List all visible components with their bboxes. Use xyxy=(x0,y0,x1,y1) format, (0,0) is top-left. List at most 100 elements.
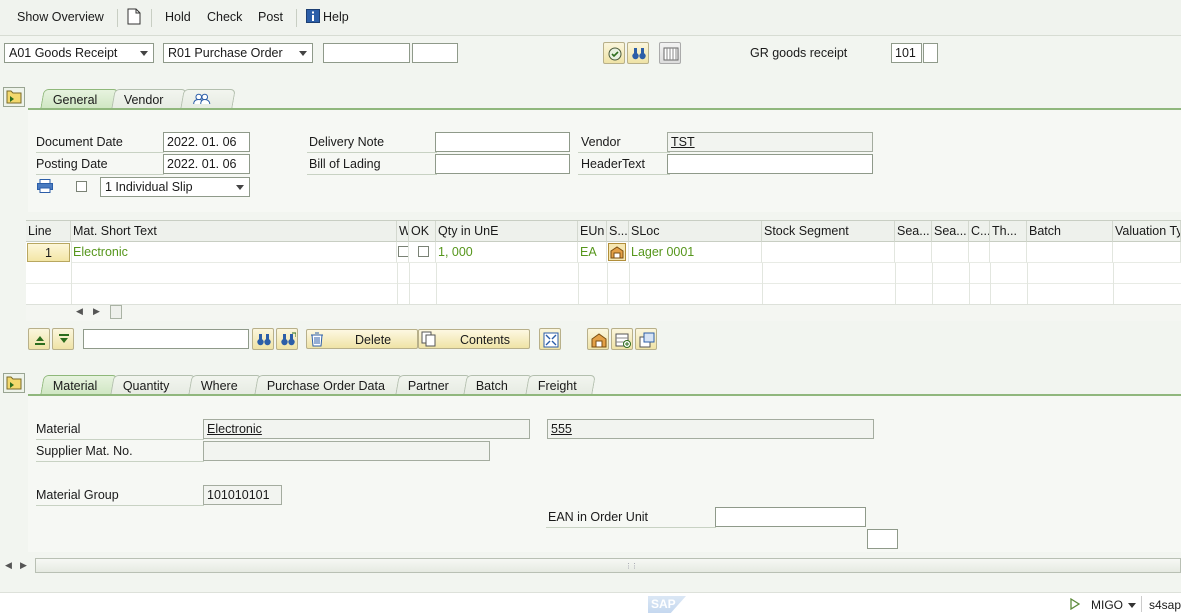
row-mat-short-text[interactable]: Electronic xyxy=(71,242,397,263)
material-number-field[interactable]: 555 xyxy=(547,419,874,439)
chevron-down-icon[interactable] xyxy=(1128,603,1136,608)
reference-select[interactable]: R01 Purchase Order xyxy=(163,43,313,63)
row-sea2[interactable] xyxy=(932,242,969,263)
tab-batch[interactable]: Batch xyxy=(463,375,533,395)
warehouse-icon xyxy=(591,333,607,348)
row-w-checkbox[interactable] xyxy=(398,246,408,257)
row-stock-type-cell[interactable] xyxy=(607,242,629,263)
row-sea1[interactable] xyxy=(895,242,932,263)
tab-purchase-order-data[interactable]: Purchase Order Data xyxy=(254,375,403,395)
horizontal-scrollbar-thumb[interactable] xyxy=(110,305,122,319)
add-item-button[interactable] xyxy=(611,328,633,350)
info-icon[interactable] xyxy=(306,9,320,26)
collapse-header-button[interactable] xyxy=(3,87,25,107)
action-select[interactable]: A01 Goods Receipt xyxy=(4,43,154,63)
find-item-button[interactable] xyxy=(252,328,274,350)
column-header-valuation-type[interactable]: Valuation Ty xyxy=(1113,221,1181,242)
page-scroll-left-icon[interactable]: ◀ xyxy=(5,560,12,571)
layout-button[interactable] xyxy=(659,42,681,64)
execute-button[interactable] xyxy=(603,42,625,64)
row-sloc[interactable]: Lager 0001 xyxy=(629,242,762,263)
column-header-w[interactable]: W xyxy=(397,221,409,242)
vendor-label: Vendor xyxy=(581,135,621,149)
output-slip-select[interactable]: 1 Individual Slip xyxy=(100,177,250,197)
column-header-ok[interactable]: OK xyxy=(409,221,436,242)
column-header-sea2[interactable]: Sea... xyxy=(932,221,969,242)
movement-type-input[interactable]: 101 xyxy=(891,43,922,63)
scroll-right-icon[interactable]: ▶ xyxy=(93,306,100,317)
contents-button[interactable]: Contents xyxy=(418,329,530,349)
reference-document-input[interactable] xyxy=(323,43,410,63)
supplier-mat-field[interactable] xyxy=(203,441,490,461)
fullscreen-button[interactable] xyxy=(539,328,561,350)
tab-material[interactable]: Material xyxy=(40,375,118,395)
row-line-button[interactable]: 1 xyxy=(27,243,70,262)
column-header-sea1[interactable]: Sea... xyxy=(895,221,932,242)
row-eun[interactable]: EA xyxy=(578,242,607,263)
movement-indicator-input[interactable] xyxy=(923,43,938,63)
ean-category-input[interactable] xyxy=(867,529,898,549)
material-description-field[interactable]: Electronic xyxy=(203,419,530,439)
row-c[interactable] xyxy=(969,242,990,263)
vendor-field[interactable]: TST xyxy=(667,132,873,152)
item-search-input[interactable] xyxy=(83,329,249,349)
delivery-note-input[interactable] xyxy=(435,132,570,152)
posting-date-input[interactable]: 2022. 01. 06 xyxy=(163,154,250,174)
tab-where[interactable]: Where xyxy=(188,375,262,395)
new-document-icon[interactable] xyxy=(127,8,141,28)
column-header-th[interactable]: Th... xyxy=(990,221,1027,242)
column-header-qty[interactable]: Qty in UnE xyxy=(436,221,578,242)
column-header-stock-segment[interactable]: Stock Segment xyxy=(762,221,895,242)
material-group-field[interactable]: 101010101 xyxy=(203,485,282,505)
page-horizontal-scrollbar[interactable]: ⋮⋮ xyxy=(35,558,1181,573)
row-batch[interactable] xyxy=(1027,242,1113,263)
contents-button-label: Contents xyxy=(460,333,511,347)
collapse-detail-button[interactable] xyxy=(3,373,25,393)
document-date-input[interactable]: 2022. 01. 06 xyxy=(163,132,250,152)
column-divider xyxy=(895,263,896,304)
column-header-sloc[interactable]: SLoc xyxy=(629,221,762,242)
find-next-button[interactable] xyxy=(276,328,298,350)
stock-overview-button[interactable] xyxy=(587,328,609,350)
hold-button[interactable]: Hold xyxy=(165,10,191,24)
page-scroll-right-icon[interactable]: ▶ xyxy=(20,560,27,571)
post-button[interactable]: Post xyxy=(258,10,283,24)
chevron-down-icon xyxy=(299,51,307,56)
column-header-batch[interactable]: Batch xyxy=(1027,221,1113,242)
header-text-input[interactable] xyxy=(667,154,873,174)
delete-button[interactable]: Delete xyxy=(306,329,418,349)
bill-of-lading-input[interactable] xyxy=(435,154,570,174)
print-checkbox[interactable] xyxy=(76,181,87,192)
column-header-s[interactable]: S... xyxy=(607,221,629,242)
column-header-mat-short-text[interactable]: Mat. Short Text xyxy=(71,221,397,242)
settings-button[interactable] xyxy=(635,328,657,350)
row-valuation-type[interactable] xyxy=(1113,242,1181,263)
check-button[interactable]: Check xyxy=(207,10,242,24)
warehouse-icon xyxy=(608,243,626,261)
row-qty[interactable]: 1, 000 xyxy=(436,242,578,263)
tab-freight[interactable]: Freight xyxy=(525,375,596,395)
toolbar-separator xyxy=(151,9,152,27)
row-stock-segment[interactable] xyxy=(762,242,895,263)
find-button[interactable] xyxy=(627,42,649,64)
tab-partner[interactable]: Partner xyxy=(395,375,471,395)
expand-all-button[interactable] xyxy=(28,328,50,350)
tab-partner[interactable] xyxy=(180,89,236,109)
collapse-all-button[interactable] xyxy=(52,328,74,350)
play-icon[interactable] xyxy=(1070,597,1081,613)
help-button[interactable]: Help xyxy=(323,10,349,24)
tab-general[interactable]: General xyxy=(40,89,119,109)
tab-vendor[interactable]: Vendor xyxy=(111,89,187,109)
row-th[interactable] xyxy=(990,242,1027,263)
row-ok-checkbox[interactable] xyxy=(418,246,429,257)
column-header-eun[interactable]: EUn xyxy=(578,221,607,242)
column-header-c[interactable]: C... xyxy=(969,221,990,242)
scroll-left-icon[interactable]: ◀ xyxy=(76,306,83,317)
printer-icon[interactable] xyxy=(37,179,53,196)
tab-quantity[interactable]: Quantity xyxy=(110,375,196,395)
ean-input[interactable] xyxy=(715,507,866,527)
reference-item-input[interactable] xyxy=(412,43,458,63)
column-divider xyxy=(409,263,410,304)
column-header-line[interactable]: Line xyxy=(26,221,71,242)
show-overview-button[interactable]: Show Overview xyxy=(17,10,104,24)
